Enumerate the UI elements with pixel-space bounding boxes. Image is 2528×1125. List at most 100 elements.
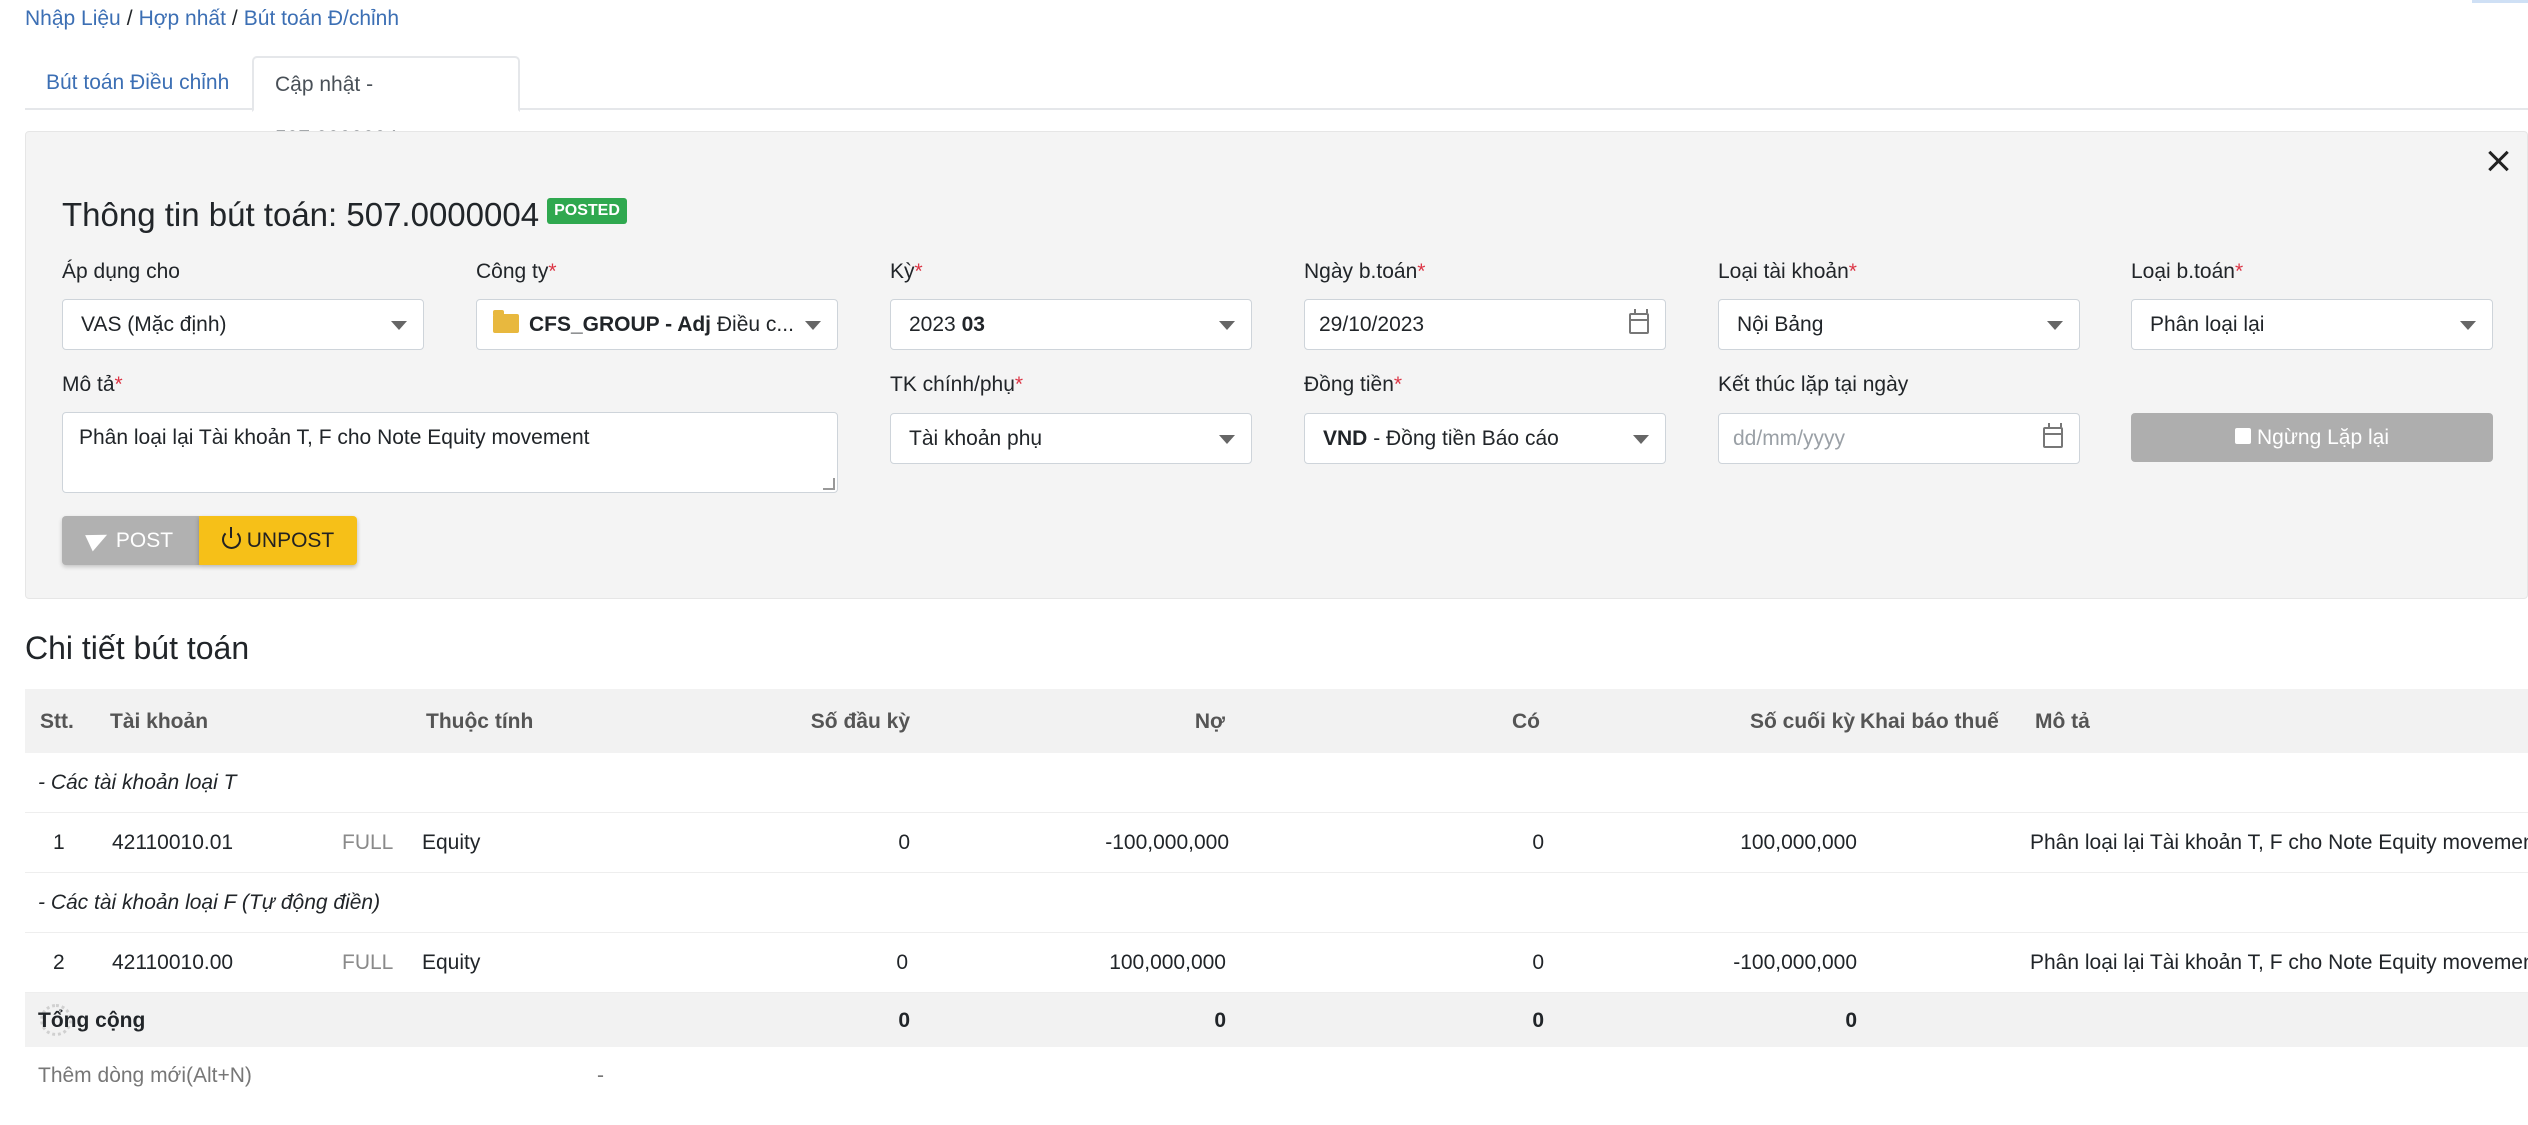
chevron-down-icon bbox=[2047, 321, 2063, 330]
col-closing[interactable]: Số cuối kỳ bbox=[1630, 710, 1855, 734]
col-credit[interactable]: Có bbox=[1315, 710, 1540, 734]
row-scope: FULL bbox=[342, 831, 394, 854]
repeat-end-date-label: Kết thúc lặp tại ngày bbox=[1718, 373, 1909, 396]
col-tax[interactable]: Khai báo thuế bbox=[1860, 710, 1999, 734]
total-debit: 0 bbox=[1214, 1009, 1226, 1032]
total-opening: 0 bbox=[898, 1009, 910, 1032]
row-closing: -100,000,000 bbox=[1733, 951, 1857, 974]
chevron-down-icon bbox=[1219, 321, 1235, 330]
row-opening: 0 bbox=[896, 951, 908, 974]
calendar-icon[interactable] bbox=[1629, 309, 1649, 334]
add-row-button[interactable]: Thêm dòng mới(Alt+N) bbox=[38, 1064, 252, 1088]
unpost-button[interactable]: UNPOST bbox=[199, 516, 357, 565]
repeat-end-date-input[interactable]: dd/mm/yyyy bbox=[1718, 413, 2080, 464]
main-sub-account-select[interactable]: Tài khoản phụ bbox=[890, 413, 1252, 464]
send-icon bbox=[85, 527, 111, 552]
page: Nhập Liệu / Hợp nhất / Bút toán Đ/chỉnh Bút … bbox=[0, 0, 2528, 1125]
col-description[interactable]: Mô tả bbox=[2035, 710, 2090, 734]
tab-update-entry[interactable]: Cập nhật - 507.0000004 bbox=[252, 56, 520, 150]
apply-for-select[interactable]: VAS (Mặc định) bbox=[62, 299, 424, 350]
row-description[interactable]: Phân loại lại Tài khoản T, F cho Note Eq… bbox=[2030, 831, 2528, 855]
chevron-down-icon bbox=[1219, 435, 1235, 444]
description-textarea[interactable]: Phân loại lại Tài khoản T, F cho Note Eq… bbox=[62, 412, 838, 493]
total-row: Tổng cộng 0 0 0 0 bbox=[25, 993, 2528, 1047]
company-select[interactable]: CFS_GROUP - Adj Điều c... bbox=[476, 299, 838, 350]
company-name: Điều c... bbox=[716, 313, 794, 336]
row-account[interactable]: 42110010.01 bbox=[112, 831, 233, 855]
account-type-label: Loại tài khoản* bbox=[1718, 260, 1857, 283]
currency-label: Đồng tiền* bbox=[1304, 373, 1403, 396]
entry-title-text: Thông tin bút toán: 507.0000004 bbox=[62, 196, 540, 233]
panel-title: Thông tin bút toán: 507.0000004 POSTED bbox=[62, 196, 627, 234]
table-row[interactable]: 1 42110010.01 FULL Equity 0 -100,000,000… bbox=[25, 813, 2528, 873]
resize-handle-icon[interactable] bbox=[823, 478, 835, 490]
row-stt: 1 bbox=[53, 831, 65, 854]
top-edge-accent bbox=[2472, 0, 2528, 3]
checkbox-icon[interactable] bbox=[2235, 428, 2251, 445]
breadcrumb-separator: / bbox=[126, 7, 133, 30]
apply-for-label: Áp dụng cho bbox=[62, 260, 180, 283]
col-account[interactable]: Tài khoản bbox=[110, 710, 208, 734]
folder-icon bbox=[493, 309, 519, 333]
currency-select[interactable]: VND - Đồng tiền Báo cáo bbox=[1304, 413, 1666, 464]
table-header: Stt. Tài khoản Thuộc tính Số đầu kỳ Nợ C… bbox=[25, 689, 2528, 753]
row-scope: FULL bbox=[342, 951, 394, 974]
entry-type-select[interactable]: Phân loại lại bbox=[2131, 299, 2493, 350]
period-select[interactable]: 2023 03 bbox=[890, 299, 1252, 350]
chevron-down-icon bbox=[805, 321, 821, 330]
row-closing: 100,000,000 bbox=[1740, 831, 1857, 854]
entry-type-label: Loại b.toán* bbox=[2131, 260, 2244, 283]
tab-bar: Bút toán Điều chỉnh Cập nhật - 507.00000… bbox=[25, 56, 2528, 150]
group-row-type-f: - Các tài khoản loại F (Tự động điền) bbox=[25, 873, 2528, 933]
breadcrumb-separator: / bbox=[231, 7, 238, 30]
chevron-down-icon bbox=[1633, 435, 1649, 444]
total-closing: 0 bbox=[1845, 1009, 1857, 1032]
row-debit[interactable]: -100,000,000 bbox=[1004, 831, 1229, 855]
period-label: Kỳ* bbox=[890, 260, 923, 283]
row-stt: 2 bbox=[53, 951, 65, 974]
row-credit[interactable]: 0 bbox=[1319, 831, 1544, 855]
main-sub-account-label: TK chính/phụ* bbox=[890, 373, 1024, 396]
power-icon bbox=[221, 526, 241, 549]
row-opening: 0 bbox=[898, 831, 910, 854]
company-label: Công ty* bbox=[476, 260, 557, 283]
calendar-icon[interactable] bbox=[2043, 423, 2063, 448]
entry-date-input[interactable]: 29/10/2023 bbox=[1304, 299, 1666, 350]
row-account[interactable]: 42110010.00 bbox=[112, 951, 233, 975]
period-year: 2023 bbox=[909, 313, 956, 336]
table-row[interactable]: 2 42110010.00 FULL Equity 0 100,000,000 … bbox=[25, 933, 2528, 993]
entry-date-label: Ngày b.toán* bbox=[1304, 260, 1426, 283]
stop-repeat-button[interactable]: Ngừng Lặp lại bbox=[2131, 413, 2493, 462]
status-badge: POSTED bbox=[547, 198, 627, 225]
chevron-down-icon bbox=[391, 321, 407, 330]
total-credit: 0 bbox=[1532, 1009, 1544, 1032]
post-button[interactable]: POST bbox=[62, 516, 199, 565]
period-month: 03 bbox=[961, 313, 985, 336]
row-description[interactable]: Phân loại lại Tài khoản T, F cho Note Eq… bbox=[2030, 951, 2528, 975]
col-debit[interactable]: Nợ bbox=[1000, 710, 1225, 734]
row-credit[interactable]: 0 bbox=[1319, 951, 1544, 975]
breadcrumb-item-consolidation[interactable]: Hợp nhất bbox=[139, 7, 226, 30]
tab-adjustment-entries[interactable]: Bút toán Điều chỉnh bbox=[25, 56, 250, 110]
breadcrumb-item-data-entry[interactable]: Nhập Liệu bbox=[25, 7, 121, 30]
chevron-down-icon bbox=[2460, 321, 2476, 330]
close-icon[interactable] bbox=[2483, 146, 2513, 176]
row-debit[interactable]: 100,000,000 bbox=[1001, 951, 1226, 975]
group-row-type-t: - Các tài khoản loại T bbox=[25, 753, 2528, 813]
currency-name: - Đồng tiền Báo cáo bbox=[1373, 427, 1559, 450]
col-opening[interactable]: Số đầu kỳ bbox=[685, 710, 910, 734]
row-attribute: Equity bbox=[422, 831, 481, 854]
details-title: Chi tiết bút toán bbox=[25, 630, 250, 666]
total-label: Tổng cộng bbox=[38, 1009, 146, 1032]
col-stt[interactable]: Stt. bbox=[40, 710, 74, 734]
breadcrumb: Nhập Liệu / Hợp nhất / Bút toán Đ/chỉnh bbox=[25, 7, 399, 31]
breadcrumb-item-adjustment[interactable]: Bút toán Đ/chỉnh bbox=[244, 7, 399, 30]
entry-info-panel: Thông tin bút toán: 507.0000004 POSTED Áp… bbox=[25, 131, 2528, 599]
add-row-dash: - bbox=[597, 1064, 604, 1087]
account-type-select[interactable]: Nội Bảng bbox=[1718, 299, 2080, 350]
col-attribute[interactable]: Thuộc tính bbox=[426, 710, 533, 734]
row-attribute: Equity bbox=[422, 951, 481, 974]
description-label: Mô tả* bbox=[62, 373, 123, 396]
company-code: CFS_GROUP - Adj bbox=[529, 313, 712, 336]
currency-code: VND bbox=[1323, 427, 1368, 450]
